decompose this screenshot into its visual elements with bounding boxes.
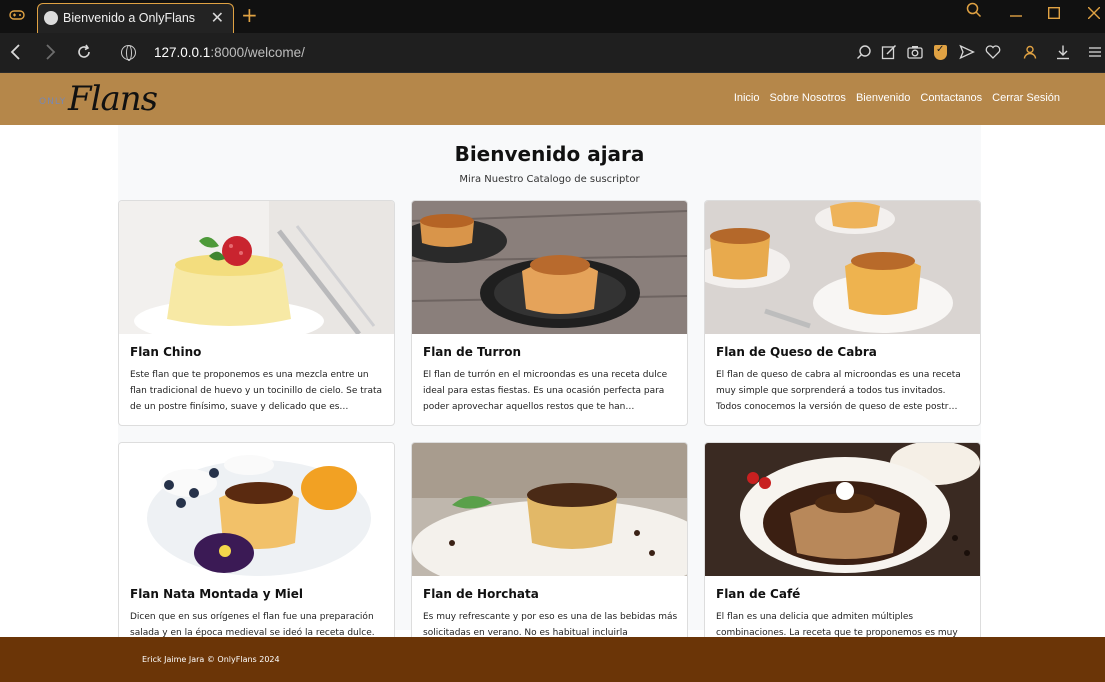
nav-link-inicio[interactable]: Inicio: [734, 92, 760, 104]
close-window-icon[interactable]: [1087, 5, 1101, 23]
logo-text: Flans: [68, 79, 158, 119]
catalog-container: Bienvenido ajara Mira Nuestro Catalogo d…: [118, 125, 981, 668]
globe-icon: [44, 11, 58, 25]
card-image-flan-chino: [119, 201, 394, 334]
footer-copyright: Erick Jaime Jara © OnlyFlans 2024: [142, 655, 280, 664]
site-navbar: ONLY Flans Inicio Sobre Nosotros Bienven…: [0, 73, 1105, 125]
menu-icon[interactable]: [1087, 44, 1103, 60]
shield-icon[interactable]: [934, 44, 947, 60]
nav-links: Inicio Sobre Nosotros Bienvenido Contact…: [734, 92, 1060, 104]
profile-icon[interactable]: [1022, 44, 1038, 60]
heart-icon[interactable]: [985, 44, 1001, 60]
nav-link-contactanos[interactable]: Contactanos: [920, 92, 982, 104]
search-icon[interactable]: [966, 2, 982, 22]
browser-tab-active[interactable]: Bienvenido a OnlyFlans ✕: [37, 3, 234, 33]
url-field[interactable]: 127.0.0.1:8000/welcome/: [154, 45, 305, 60]
tab-title: Bienvenido a OnlyFlans: [63, 11, 196, 25]
send-icon[interactable]: [959, 44, 976, 60]
card-image-flan-nata-miel: [119, 443, 394, 576]
logo-prefix: ONLY: [39, 97, 67, 107]
url-host: 127.0.0.1: [154, 45, 211, 60]
page-viewport: ONLY Flans Inicio Sobre Nosotros Bienven…: [0, 73, 1105, 682]
gamepad-icon[interactable]: [9, 9, 25, 23]
card-title: Flan Nata Montada y Miel: [130, 587, 304, 601]
card-image-flan-cafe: [705, 443, 980, 576]
card-image-flan-horchata: [412, 443, 687, 576]
card-title: Flan de Turron: [423, 345, 522, 359]
camera-icon[interactable]: [907, 44, 923, 60]
card-text: El flan de turrón en el microondas es un…: [423, 370, 668, 412]
maximize-icon[interactable]: [1047, 5, 1061, 23]
site-footer: Erick Jaime Jara © OnlyFlans 2024: [0, 637, 1105, 682]
minimize-icon[interactable]: [1010, 4, 1022, 22]
card-text: El flan de queso de cabra al microondas …: [716, 370, 961, 412]
nav-link-cerrar-sesion[interactable]: Cerrar Sesión: [992, 92, 1060, 104]
card-title: Flan de Horchata: [423, 587, 539, 601]
download-icon[interactable]: [1055, 44, 1071, 60]
new-tab-button[interactable]: +: [241, 4, 258, 26]
card-title: Flan Chino: [130, 345, 202, 359]
browser-tab-bar: Bienvenido a OnlyFlans ✕ +: [0, 0, 1105, 33]
product-card[interactable]: Flan de Queso de Cabra El flan de queso …: [704, 200, 981, 426]
nav-link-bienvenido[interactable]: Bienvenido: [856, 92, 910, 104]
forward-icon[interactable]: [44, 42, 56, 65]
card-text: Este flan que te proponemos es una mezcl…: [130, 370, 383, 412]
card-title: Flan de Café: [716, 587, 801, 601]
card-title: Flan de Queso de Cabra: [716, 345, 877, 359]
page-title: Bienvenido ajara: [454, 142, 645, 166]
back-icon[interactable]: [10, 42, 22, 65]
nav-link-sobre-nosotros[interactable]: Sobre Nosotros: [770, 92, 846, 104]
edit-icon[interactable]: [881, 44, 897, 60]
url-path: :8000/welcome/: [210, 45, 305, 60]
lens-search-icon[interactable]: [856, 44, 872, 60]
card-image-flan-de-turron: [412, 201, 687, 334]
close-tab-icon[interactable]: ✕: [211, 8, 224, 27]
product-card[interactable]: Flan Chino Este flan que te proponemos e…: [118, 200, 395, 426]
page-subtitle: Mira Nuestro Catalogo de suscriptor: [459, 174, 640, 185]
reload-icon[interactable]: [76, 42, 92, 65]
card-image-flan-queso-cabra: [705, 201, 980, 334]
product-card[interactable]: Flan de Café El flan es una delicia que …: [704, 442, 981, 668]
product-card[interactable]: Flan Nata Montada y Miel Dicen que en su…: [118, 442, 395, 668]
browser-address-bar: 127.0.0.1:8000/welcome/: [0, 33, 1105, 73]
product-card[interactable]: Flan de Horchata Es muy refrescante y po…: [411, 442, 688, 668]
site-info-icon[interactable]: [121, 45, 136, 61]
product-card[interactable]: Flan de Turron El flan de turrón en el m…: [411, 200, 688, 426]
